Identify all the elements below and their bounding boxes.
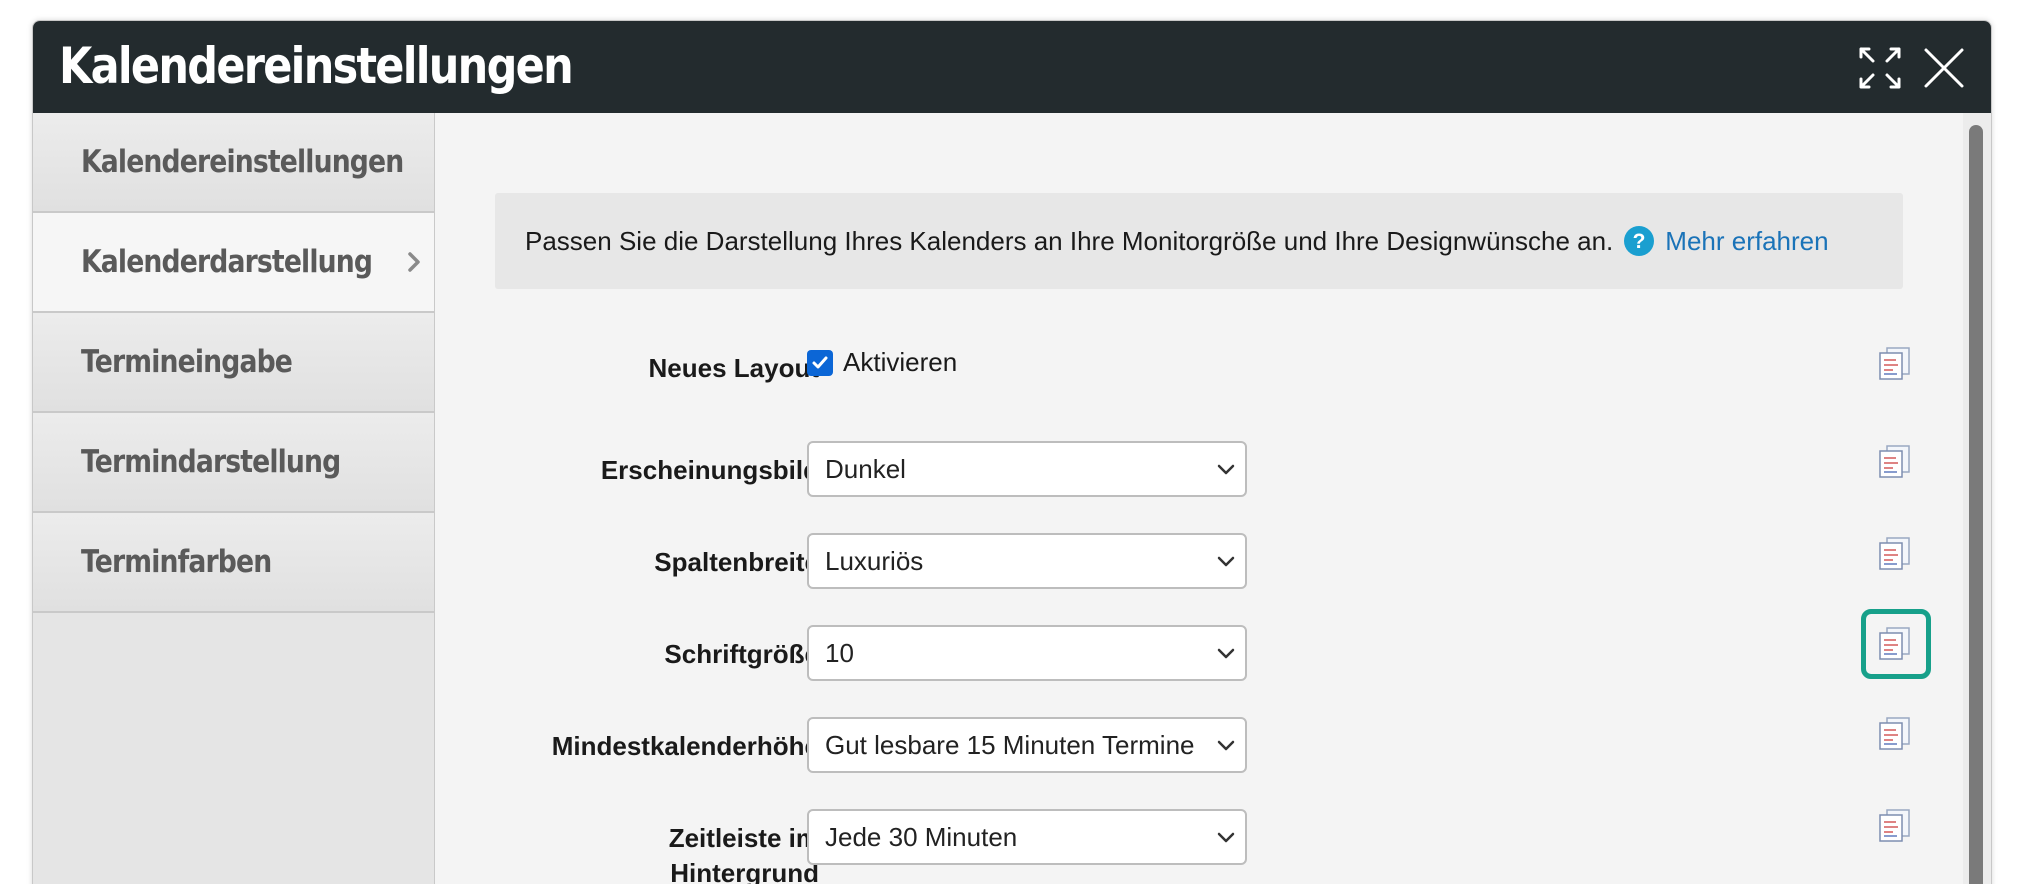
new-layout-checkbox-group: Aktivieren — [807, 347, 957, 378]
chevron-down-icon — [1217, 648, 1235, 659]
sidebar-item-termindarstellung[interactable]: Termindarstellung — [33, 413, 434, 513]
svg-text:?: ? — [1633, 230, 1646, 253]
dialog-title: Kalendereinstellungen — [59, 37, 574, 95]
select-value: Jede 30 Minuten — [825, 822, 1018, 852]
select-value: 10 — [825, 638, 854, 668]
select-value: Luxuriös — [825, 546, 924, 576]
help-icon[interactable]: ? — [1623, 225, 1655, 257]
sidebar-item-label: Kalendereinstellungen — [81, 144, 404, 180]
sidebar-item-label: Kalenderdarstellung — [81, 244, 373, 280]
copy-settings-icon[interactable] — [1877, 445, 1913, 479]
settings-dialog: Kalendereinstellungen Kalendereinstellun… — [32, 20, 1992, 884]
timeline-select[interactable]: Jede 30 Minuten — [807, 809, 1247, 865]
chevron-right-icon — [408, 252, 421, 272]
setting-label: Spaltenbreite — [654, 547, 819, 577]
copy-settings-icon[interactable] — [1877, 537, 1913, 571]
setting-label: Mindestkalenderhöhe — [551, 731, 819, 761]
new-layout-checkbox[interactable] — [807, 349, 833, 376]
info-banner: Passen Sie die Darstellung Ihres Kalende… — [495, 193, 1903, 289]
sidebar-item-termineingabe[interactable]: Termineingabe — [33, 313, 434, 413]
expand-button[interactable] — [1855, 43, 1905, 93]
setting-label: Schriftgröße — [664, 639, 819, 669]
setting-row-timeline: Zeitleiste im Hintergrund Jede 30 Minute… — [435, 809, 1910, 884]
setting-row-column-width: Spaltenbreite Luxuriös — [435, 533, 1910, 593]
font-size-select[interactable]: 10 — [807, 625, 1247, 681]
min-height-select[interactable]: Gut lesbare 15 Minuten Termine — [807, 717, 1247, 773]
setting-row-font-size: Schriftgröße 10 — [435, 609, 1931, 685]
setting-row-min-height: Mindestkalenderhöhe Gut lesbare 15 Minut… — [435, 717, 1910, 777]
appearance-select[interactable]: Dunkel — [807, 441, 1247, 497]
setting-label: Erscheinungsbild — [600, 455, 819, 485]
copy-settings-icon[interactable] — [1877, 809, 1913, 843]
sidebar-item-label: Termineingabe — [81, 344, 293, 380]
scrollbar-thumb[interactable] — [1969, 125, 1983, 884]
sidebar-item-label: Terminfarben — [81, 544, 272, 580]
chevron-down-icon — [1217, 556, 1235, 567]
checkbox-label: Aktivieren — [843, 347, 958, 377]
close-icon — [1924, 48, 1964, 88]
setting-label: Neues Layout — [648, 353, 820, 383]
sidebar: Kalendereinstellungen Kalenderdarstellun… — [33, 113, 435, 884]
copy-settings-icon[interactable] — [1877, 717, 1913, 751]
chevron-down-icon — [1217, 740, 1235, 751]
scrollbar[interactable] — [1963, 113, 1991, 884]
copy-settings-icon[interactable] — [1877, 347, 1913, 381]
setting-label: Zeitleiste im Hintergrund — [459, 821, 819, 884]
column-width-select[interactable]: Luxuriös — [807, 533, 1247, 589]
setting-row-appearance: Erscheinungsbild Dunkel — [435, 441, 1910, 501]
chevron-down-icon — [1217, 464, 1235, 475]
sidebar-item-label: Termindarstellung — [81, 444, 341, 480]
sidebar-item-terminfarben[interactable]: Terminfarben — [33, 513, 434, 613]
expand-icon — [1859, 47, 1901, 89]
sidebar-item-kalendereinstellungen[interactable]: Kalendereinstellungen — [33, 113, 434, 213]
title-bar: Kalendereinstellungen — [33, 21, 1991, 113]
copy-settings-icon[interactable] — [1877, 627, 1913, 661]
more-info-link[interactable]: Mehr erfahren — [1665, 226, 1828, 257]
main-content: Passen Sie die Darstellung Ihres Kalende… — [435, 113, 1991, 884]
sidebar-item-kalenderdarstellung[interactable]: Kalenderdarstellung — [33, 213, 434, 313]
select-value: Dunkel — [825, 454, 906, 484]
info-text: Passen Sie die Darstellung Ihres Kalende… — [525, 225, 1614, 256]
setting-label-line: Zeitleiste im — [668, 823, 819, 853]
close-button[interactable] — [1919, 43, 1969, 93]
setting-label-line: Hintergrund — [670, 858, 819, 884]
checkmark-icon — [812, 356, 828, 368]
setting-row-new-layout: Neues Layout Aktivieren — [435, 339, 1910, 399]
chevron-down-icon — [1217, 832, 1235, 843]
select-value: Gut lesbare 15 Minuten Termine — [825, 730, 1195, 760]
